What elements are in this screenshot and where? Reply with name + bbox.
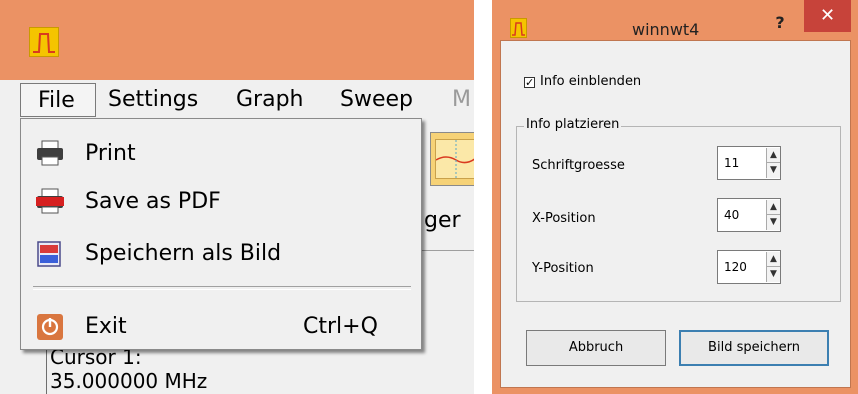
- menu-item-exit[interactable]: Exit Ctrl+Q: [21, 304, 421, 350]
- x-position-spinbox[interactable]: 40 ▲ ▼: [717, 198, 781, 232]
- menu-graph[interactable]: Graph: [232, 83, 307, 117]
- menu-item-save-pdf[interactable]: Save as PDF: [21, 179, 421, 225]
- menu-separator: [33, 286, 411, 290]
- spin-down-icon[interactable]: ▼: [766, 215, 780, 230]
- divider: [418, 250, 474, 251]
- shortcut-label: Ctrl+Q: [303, 314, 378, 339]
- menu-sweep[interactable]: Sweep: [336, 83, 417, 117]
- menu-file[interactable]: File: [20, 83, 96, 117]
- file-menu-dropdown: Print Save as PDF Speichern als Bild Exi…: [20, 118, 422, 350]
- printer-icon: [35, 139, 65, 167]
- menu-item-label: Print: [85, 141, 136, 166]
- menu-next-partial[interactable]: M: [448, 83, 474, 117]
- title-bar: [0, 0, 474, 80]
- menu-settings[interactable]: Settings: [104, 83, 202, 117]
- info-checkbox[interactable]: ✓: [524, 77, 535, 88]
- pdf-icon: [35, 187, 65, 215]
- y-position-spinbox[interactable]: 120 ▲ ▼: [717, 250, 781, 284]
- dialog-content: ✓ Info einblenden Info platzieren Schrif…: [492, 0, 858, 394]
- font-size-label: Schriftgroesse: [532, 158, 625, 173]
- app-icon: [29, 27, 59, 57]
- menu-item-print[interactable]: Print: [21, 131, 421, 177]
- toolbar-graph-button[interactable]: [430, 132, 474, 186]
- app-window: File Settings Graph Sweep M ger Cursor 1…: [0, 0, 474, 394]
- cancel-button[interactable]: Abbruch: [526, 330, 666, 366]
- font-size-spinbox[interactable]: 11 ▲ ▼: [717, 146, 781, 180]
- exit-icon: [35, 313, 65, 341]
- graph-thumbnail-icon: [435, 139, 474, 179]
- menu-item-save-image[interactable]: Speichern als Bild: [21, 231, 421, 277]
- menu-item-label: Exit: [85, 314, 127, 339]
- image-icon: [35, 240, 65, 268]
- x-position-label: X-Position: [532, 211, 596, 226]
- spin-up-icon[interactable]: ▲: [766, 148, 780, 163]
- menu-item-label: Save as PDF: [85, 189, 221, 214]
- spin-down-icon[interactable]: ▼: [766, 163, 780, 178]
- spinbox-value: 11: [724, 156, 740, 170]
- spinbox-value: 120: [724, 260, 747, 274]
- menu-item-label: Speichern als Bild: [85, 241, 282, 266]
- spinbox-value: 40: [724, 208, 740, 222]
- group-title: Info platzieren: [524, 117, 622, 132]
- spin-up-icon[interactable]: ▲: [766, 252, 780, 267]
- spin-up-icon[interactable]: ▲: [766, 200, 780, 215]
- y-position-label: Y-Position: [532, 261, 594, 276]
- background-partial-text: ger: [424, 208, 461, 233]
- save-image-button[interactable]: Bild speichern: [679, 330, 829, 366]
- checkbox-label: Info einblenden: [540, 74, 642, 89]
- spin-down-icon[interactable]: ▼: [766, 267, 780, 282]
- cursor-frequency: 35.000000 MHz: [50, 369, 208, 393]
